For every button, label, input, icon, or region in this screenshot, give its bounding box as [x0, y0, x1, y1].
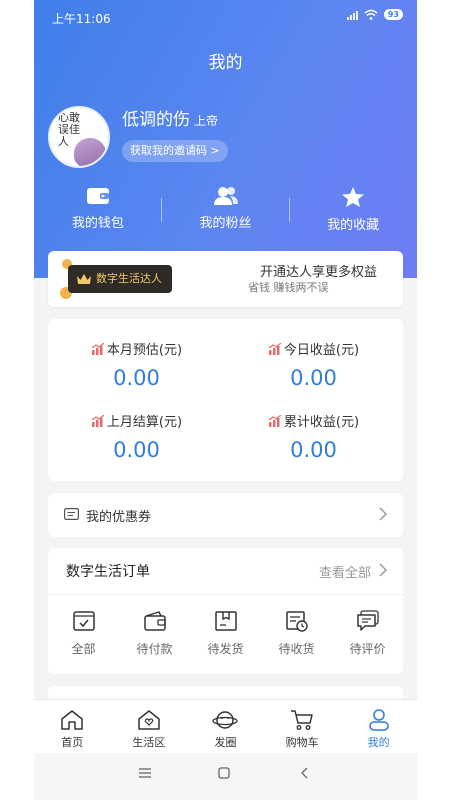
earning-value: 0.00: [290, 438, 337, 462]
vip-subline: 省钱 赚钱两不误: [248, 281, 329, 294]
username: 低调的伤 上帝: [122, 105, 218, 130]
earning-label-row: 上月结算(元): [48, 411, 225, 430]
username-text: 低调的伤: [122, 110, 190, 130]
status-bar: 上午11:06 93: [34, 0, 417, 34]
signal-icon: [346, 10, 358, 20]
view-all-orders-link[interactable]: 查看全部: [319, 562, 371, 581]
coupon-row[interactable]: 我的优惠券: [48, 493, 403, 537]
user-level: 上帝: [194, 114, 219, 128]
earning-value: 0.00: [290, 366, 337, 390]
vip-headline: 开通达人享更多权益: [259, 265, 377, 280]
status-time: 上午11:06: [52, 12, 111, 26]
tab-label: 购物车: [285, 736, 319, 749]
coupon-icon: [64, 508, 79, 520]
earning-label: 累计收益(元): [283, 415, 360, 430]
tab-label: 发圈: [214, 736, 237, 749]
order-label: 待收货: [278, 642, 315, 656]
earning-label: 本月预估(元): [106, 343, 183, 358]
pending-shipment-icon: [214, 611, 237, 631]
fans-icon: [213, 187, 238, 205]
trend-icon: [268, 342, 282, 355]
order-pending-receipt-button[interactable]: 待收货: [261, 610, 332, 657]
vip-badge-label: 数字生活达人: [96, 272, 162, 285]
pending-payment-icon: [143, 611, 166, 631]
menu-icon[interactable]: [138, 767, 152, 779]
favorites-label: 我的收藏: [327, 218, 380, 233]
status-indicators: 93: [346, 9, 403, 20]
favorites-button[interactable]: 我的收藏: [289, 186, 417, 238]
invite-code-button[interactable]: 获取我的邀请码 >: [122, 140, 228, 162]
earning-this-month[interactable]: 本月预估(元) 0.00: [48, 339, 225, 390]
divider: [161, 198, 162, 222]
order-pending-shipment-button[interactable]: 待发货: [190, 610, 261, 657]
order-pending-payment-button[interactable]: 待付款: [119, 610, 190, 657]
tab-profile[interactable]: 我的: [340, 700, 417, 753]
orders-card: 数字生活订单 查看全部 全部 待付款 待发货 待收货 待评价: [48, 548, 403, 674]
earning-today[interactable]: 今日收益(元) 0.00: [225, 339, 402, 390]
earning-last-month[interactable]: 上月结算(元) 0.00: [48, 411, 225, 462]
app-screen: 上午11:06 93 我的 心敢误佳人 低调的伤 上帝 获取我的邀请码 > 我的…: [34, 0, 417, 800]
order-label: 全部: [71, 642, 96, 656]
earning-label-row: 累计收益(元): [225, 411, 402, 430]
wallet-label: 我的钱包: [71, 216, 124, 231]
order-label: 待发货: [207, 642, 244, 656]
quick-actions: 我的钱包 我的粉丝 我的收藏: [34, 186, 417, 238]
trend-icon: [91, 342, 105, 355]
vip-badge: 数字生活达人: [68, 265, 172, 293]
earning-label: 今日收益(元): [283, 343, 360, 358]
avatar-figure: [74, 138, 106, 166]
earning-label-row: 今日收益(元): [225, 339, 402, 358]
bottom-tab-bar: 首页 生活区 发圈 购物车 我的: [34, 699, 417, 753]
trend-icon: [268, 414, 282, 427]
page-title: 我的: [208, 53, 243, 73]
fans-button[interactable]: 我的粉丝: [162, 186, 290, 238]
life-icon: [138, 710, 160, 730]
tab-label: 首页: [61, 736, 84, 749]
trend-icon: [91, 414, 105, 427]
tab-moments[interactable]: 发圈: [187, 700, 264, 753]
pending-receipt-icon: [285, 611, 308, 632]
divider: [289, 198, 290, 222]
coupon-label: 我的优惠券: [86, 510, 152, 525]
vip-banner[interactable]: 数字生活达人 开通达人享更多权益 省钱 赚钱两不误: [48, 251, 403, 307]
order-label: 待评价: [349, 642, 386, 656]
system-nav-bar: [34, 753, 417, 800]
fans-label: 我的粉丝: [199, 216, 252, 231]
profile-header: 上午11:06 93 我的 心敢误佳人 低调的伤 上帝 获取我的邀请码 > 我的…: [34, 0, 417, 278]
home-button-icon[interactable]: [218, 767, 230, 779]
chevron-right-icon: [379, 507, 387, 521]
profile-icon: [368, 709, 389, 731]
earning-total[interactable]: 累计收益(元) 0.00: [225, 411, 402, 462]
star-icon: [342, 187, 365, 207]
wifi-icon: [364, 9, 378, 20]
pending-review-icon: [356, 610, 379, 631]
tab-label: 生活区: [132, 736, 166, 749]
order-pending-review-button[interactable]: 待评价: [332, 610, 403, 657]
back-icon[interactable]: [300, 767, 308, 779]
earning-label: 上月结算(元): [106, 415, 183, 430]
tab-home[interactable]: 首页: [34, 700, 111, 753]
earning-value: 0.00: [113, 366, 160, 390]
earning-value: 0.00: [113, 438, 160, 462]
earnings-card: 本月预估(元) 0.00 今日收益(元) 0.00 上月结算(元) 0.00 累…: [48, 319, 403, 481]
divider: [48, 594, 403, 595]
moments-icon: [212, 711, 239, 729]
avatar[interactable]: 心敢误佳人: [48, 106, 110, 168]
home-icon: [61, 710, 84, 730]
order-label: 待付款: [136, 642, 173, 656]
order-all-button[interactable]: 全部: [48, 610, 119, 657]
orders-title: 数字生活订单: [66, 564, 150, 580]
tab-label: 我的: [367, 736, 390, 749]
tab-cart[interactable]: 购物车: [264, 700, 341, 753]
tab-life[interactable]: 生活区: [111, 700, 188, 753]
chevron-right-icon[interactable]: [379, 563, 387, 577]
battery-indicator: 93: [383, 9, 403, 20]
earning-label-row: 本月预估(元): [48, 339, 225, 358]
wallet-icon: [86, 188, 109, 204]
cart-icon: [291, 710, 313, 730]
all-orders-icon: [72, 611, 95, 631]
crown-icon: [77, 274, 91, 284]
wallet-button[interactable]: 我的钱包: [34, 186, 162, 238]
